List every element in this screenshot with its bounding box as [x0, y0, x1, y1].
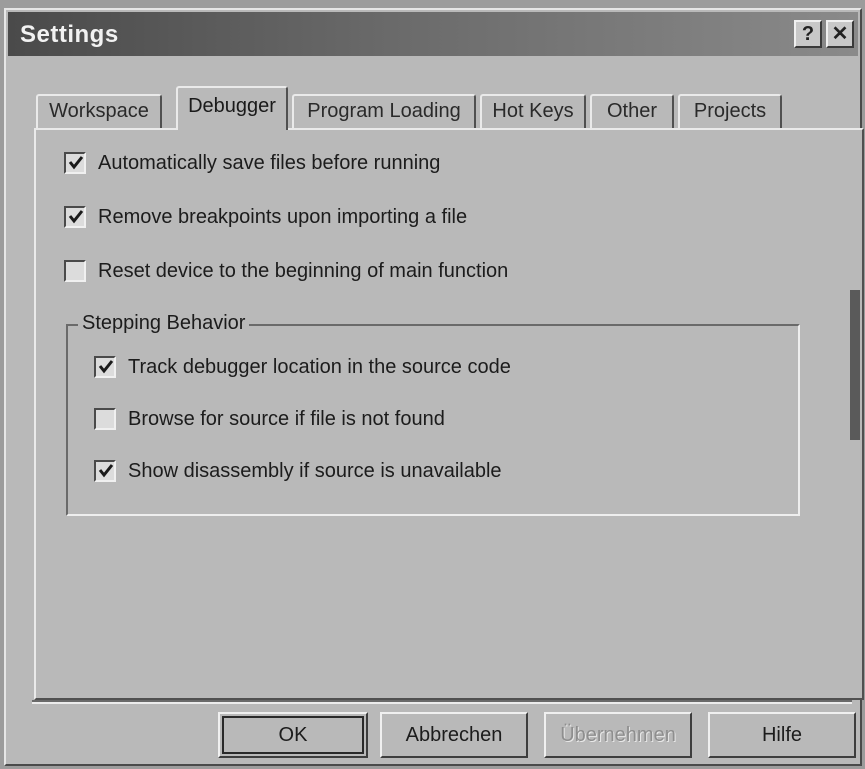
- close-button[interactable]: ✕: [826, 20, 854, 48]
- checkmark-icon: [68, 156, 84, 170]
- tab-debugger[interactable]: Debugger: [176, 86, 288, 130]
- option-track-location[interactable]: Track debugger location in the source co…: [94, 352, 511, 382]
- tab-program-loading[interactable]: Program Loading: [292, 94, 476, 128]
- browse-source-label: Browse for source if file is not found: [128, 407, 445, 430]
- option-show-disassembly[interactable]: Show disassembly if source is unavailabl…: [94, 456, 502, 486]
- button-separator: [32, 700, 852, 704]
- option-reset-device[interactable]: Reset device to the beginning of main fu…: [64, 256, 508, 286]
- reset-device-label: Reset device to the beginning of main fu…: [98, 259, 509, 282]
- tab-hot-keys[interactable]: Hot Keys: [480, 94, 586, 128]
- browse-source-checkbox[interactable]: [94, 408, 116, 430]
- title-bar[interactable]: Settings ? ✕: [8, 12, 858, 56]
- remove-breakpoints-label: Remove breakpoints upon importing a file: [98, 205, 468, 228]
- track-location-label: Track debugger location in the source co…: [128, 355, 511, 378]
- debugger-tab-panel: Automatically save files before running …: [34, 128, 864, 700]
- cancel-button[interactable]: Abbrechen: [380, 712, 528, 758]
- tab-other[interactable]: Other: [590, 94, 674, 128]
- dialog-title: Settings: [20, 21, 119, 48]
- option-remove-breakpoints[interactable]: Remove breakpoints upon importing a file: [64, 202, 467, 232]
- ok-button[interactable]: OK: [218, 712, 368, 758]
- close-icon: ✕: [831, 23, 849, 45]
- stepping-behavior-group: Stepping Behavior Track debugger locatio…: [66, 312, 800, 516]
- checkmark-icon: [98, 464, 114, 478]
- help-button[interactable]: Hilfe: [708, 712, 856, 758]
- checkmark-icon: [98, 360, 114, 374]
- autosave-label: Automatically save files before running: [98, 151, 441, 174]
- reset-device-checkbox[interactable]: [64, 260, 86, 282]
- remove-breakpoints-checkbox[interactable]: [64, 206, 86, 228]
- help-title-button[interactable]: ?: [794, 20, 822, 48]
- option-autosave[interactable]: Automatically save files before running: [64, 148, 440, 178]
- show-disassembly-label: Show disassembly if source is unavailabl…: [128, 459, 502, 482]
- tab-projects[interactable]: Projects: [678, 94, 782, 128]
- stepping-behavior-title: Stepping Behavior: [78, 312, 250, 335]
- show-disassembly-checkbox[interactable]: [94, 460, 116, 482]
- scrollbar[interactable]: [850, 290, 860, 440]
- tab-strip: Workspace Debugger Program Loading Hot K…: [34, 86, 834, 130]
- checkmark-icon: [68, 210, 84, 224]
- track-location-checkbox[interactable]: [94, 356, 116, 378]
- apply-button[interactable]: Übernehmen: [544, 712, 692, 758]
- option-browse-source[interactable]: Browse for source if file is not found: [94, 404, 445, 434]
- settings-dialog: Settings ? ✕ Workspace Debugger Program …: [4, 8, 864, 766]
- tab-workspace[interactable]: Workspace: [36, 94, 162, 128]
- autosave-checkbox[interactable]: [64, 152, 86, 174]
